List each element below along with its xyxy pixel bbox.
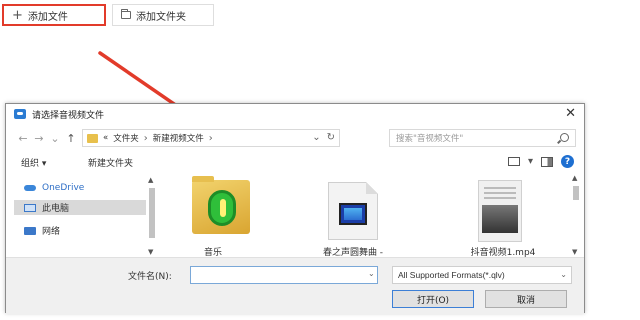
up-arrow-icon[interactable]: ↑ <box>66 132 76 145</box>
organize-menu[interactable]: 组织 ▾ <box>21 156 46 169</box>
cloud-icon <box>24 184 36 191</box>
add-folder-label: 添加文件夹 <box>136 11 186 23</box>
dialog-titlebar: 请选择音视频文件 ✕ <box>6 104 584 124</box>
view-dropdown-icon[interactable]: ▾ <box>528 156 533 167</box>
help-icon[interactable]: ? <box>561 155 574 168</box>
close-icon[interactable]: ✕ <box>565 106 576 121</box>
view-controls: ▾ ? <box>507 155 574 168</box>
nav-item-label: 此电脑 <box>42 204 70 214</box>
network-icon <box>24 226 36 235</box>
add-file-label: 添加文件 <box>27 11 68 23</box>
open-button[interactable]: 打开(O) <box>392 290 474 308</box>
nav-item-label: 网络 <box>42 227 61 237</box>
navigation-pane: OneDrive 此电脑 网络 ▲ ▼ <box>14 174 157 259</box>
refresh-icon[interactable]: ↻ <box>327 132 335 143</box>
file-list-scrollbar[interactable]: ▲ ▼ <box>570 174 582 259</box>
scrollbar-thumb[interactable] <box>149 188 155 238</box>
address-bar[interactable]: « 文件夹 › 新建视频文件 › ⌄ ↻ <box>82 129 340 147</box>
video-file-icon <box>328 182 378 240</box>
filetype-selected: All Supported Formats(*.qlv) <box>398 270 505 280</box>
nav-item-onedrive[interactable]: OneDrive <box>14 180 146 195</box>
scroll-up-icon[interactable]: ▲ <box>572 174 577 182</box>
folder-icon <box>87 133 98 143</box>
breadcrumb-segment[interactable]: 文件夹 <box>113 132 139 144</box>
chevron-down-icon: ⌄ <box>560 270 567 279</box>
dialog-app-icon <box>14 109 26 119</box>
preview-pane-icon[interactable] <box>541 156 553 167</box>
video-thumbnail-icon <box>478 180 522 242</box>
address-dropdown-icon[interactable]: ⌄ <box>312 132 320 143</box>
scrollbar-thumb[interactable] <box>573 186 579 200</box>
dialog-title: 请选择音视频文件 <box>32 110 105 121</box>
top-toolbar: + 添加文件 添加文件夹 <box>0 0 640 32</box>
add-folder-button[interactable]: 添加文件夹 <box>112 4 214 26</box>
dialog-toolbar: 组织 ▾ 新建文件夹 ▾ ? <box>6 152 584 172</box>
recent-locations-chevron-icon[interactable]: ⌄ <box>50 132 60 145</box>
breadcrumb-separator: › <box>143 132 148 144</box>
scroll-down-icon[interactable]: ▼ <box>572 248 577 256</box>
forward-arrow-icon[interactable]: → <box>34 132 44 145</box>
cancel-button[interactable]: 取消 <box>485 290 567 308</box>
new-folder-button[interactable]: 新建文件夹 <box>88 156 133 169</box>
computer-icon <box>24 203 36 212</box>
address-actions: ⌄ ↻ <box>312 132 335 143</box>
breadcrumb-separator: › <box>208 132 213 144</box>
nav-item-this-pc[interactable]: 此电脑 <box>14 200 146 215</box>
music-note-icon <box>208 190 236 226</box>
search-placeholder: 搜索"音视频文件" <box>396 134 464 144</box>
dialog-footer: 文件名(N): ⌄ All Supported Formats(*.qlv) ⌄… <box>6 257 584 314</box>
file-list: 音乐 春之声圆舞曲 - 抖音视频1.mp4 <box>158 174 568 259</box>
file-item-video[interactable]: 春之声圆舞曲 - <box>298 174 408 259</box>
scroll-up-icon[interactable]: ▲ <box>148 176 153 184</box>
nav-pane-scrollbar[interactable]: ▲ ▼ <box>147 174 157 259</box>
film-icon <box>339 203 367 225</box>
nav-item-label: OneDrive <box>42 182 85 193</box>
file-item-video[interactable]: 抖音视频1.mp4 <box>448 174 558 259</box>
plus-icon: + <box>12 7 23 23</box>
address-prefix: « <box>103 133 109 143</box>
music-folder-icon <box>192 176 250 234</box>
folder-icon <box>121 9 131 19</box>
change-view-icon[interactable] <box>507 157 520 166</box>
filename-input[interactable] <box>190 266 378 284</box>
filename-label: 文件名(N): <box>128 272 172 282</box>
scroll-down-icon[interactable]: ▼ <box>148 248 153 256</box>
search-icon[interactable] <box>560 133 569 142</box>
breadcrumb-segment[interactable]: 新建视频文件 <box>153 132 204 144</box>
filetype-select[interactable]: All Supported Formats(*.qlv) ⌄ <box>392 266 572 284</box>
back-arrow-icon[interactable]: ← <box>18 132 28 145</box>
file-item-music-folder[interactable]: 音乐 <box>158 174 268 259</box>
filename-dropdown-icon[interactable]: ⌄ <box>368 269 375 278</box>
nav-item-network[interactable]: 网络 <box>14 223 146 238</box>
file-open-dialog: 请选择音视频文件 ✕ ← → ⌄ ↑ « 文件夹 › 新建视频文件 › ⌄ ↻ … <box>5 103 585 314</box>
add-file-button[interactable]: + 添加文件 <box>2 4 106 26</box>
search-input[interactable]: 搜索"音视频文件" <box>389 129 576 147</box>
